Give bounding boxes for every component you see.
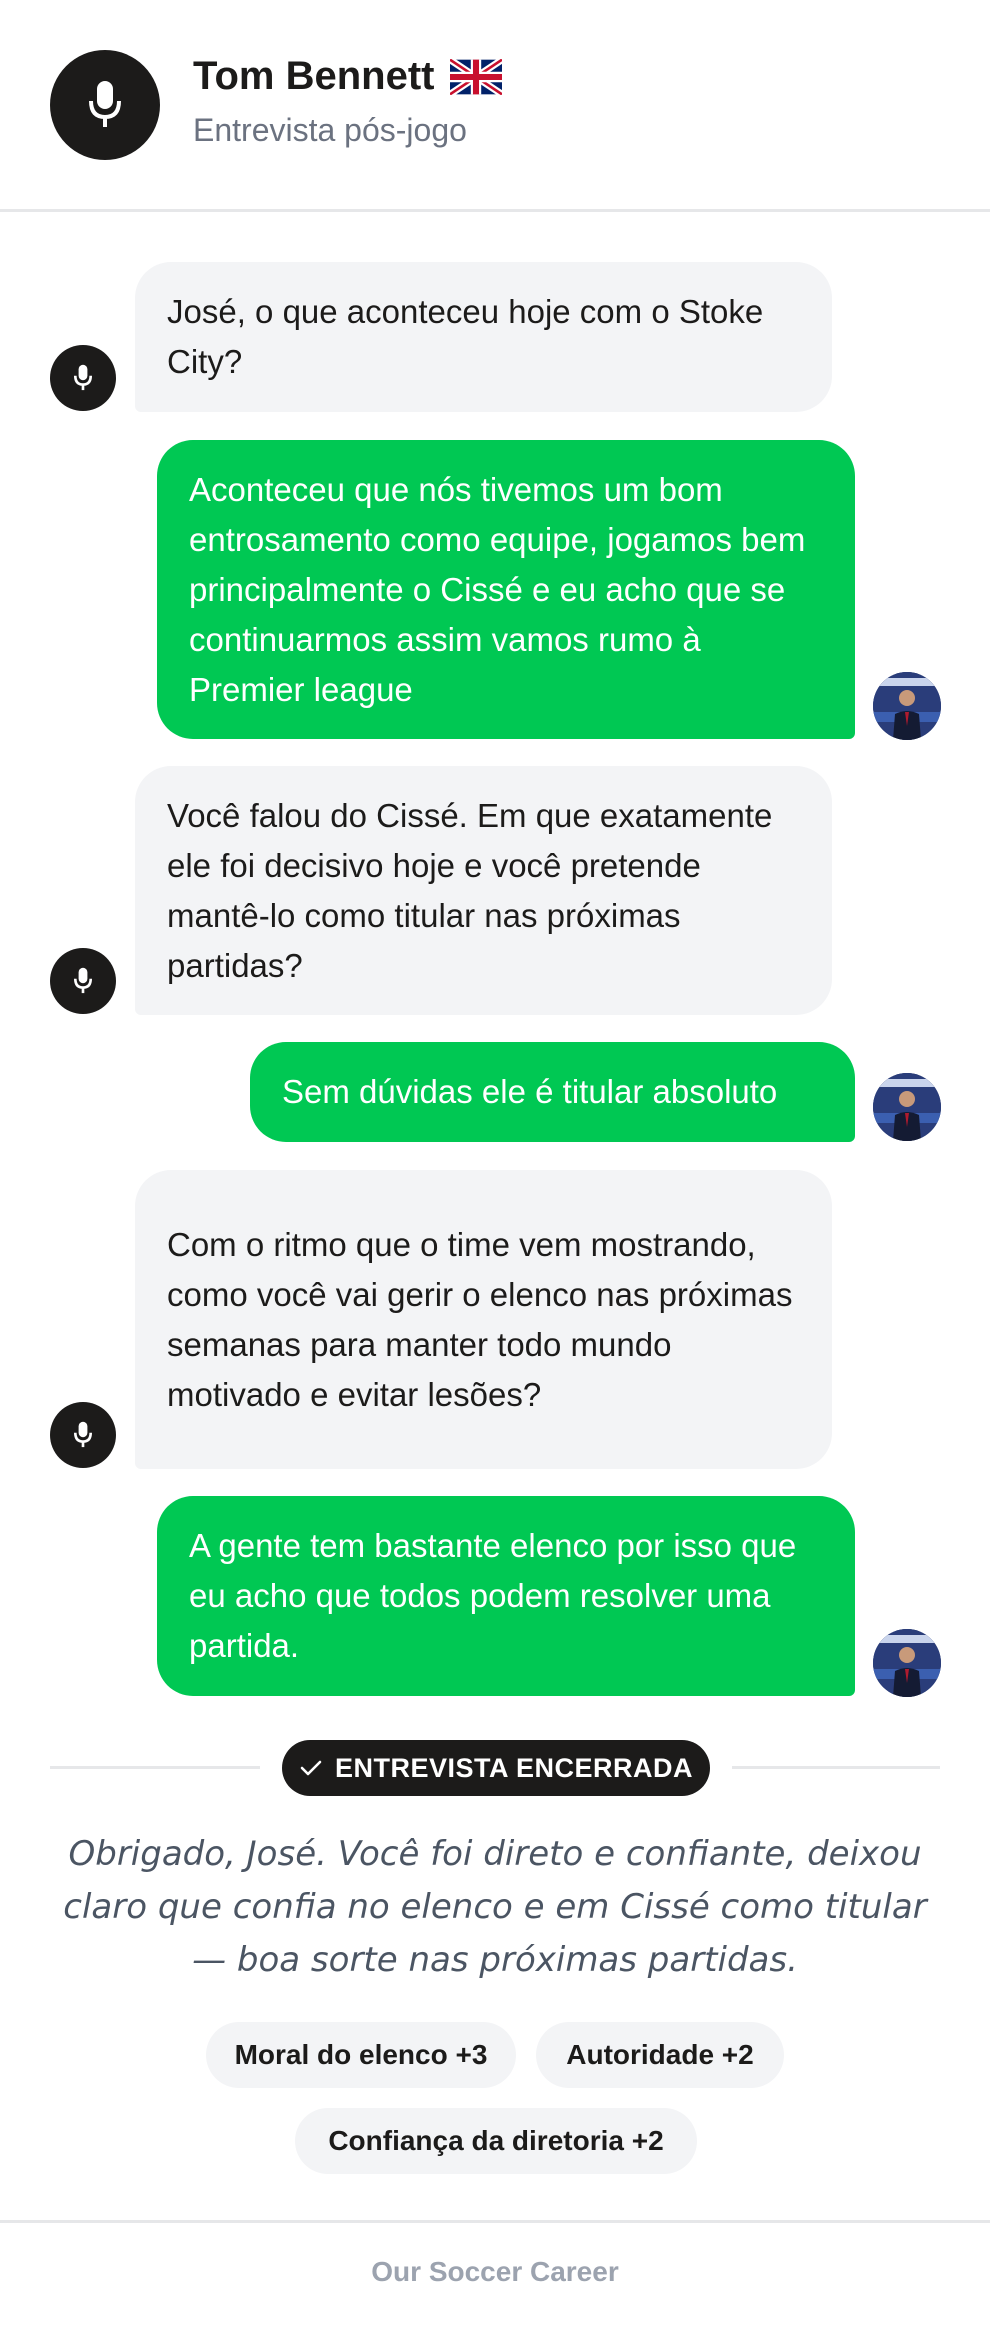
closing-remark: Obrigado, José. Você foi direto e confia… [63, 1834, 927, 1980]
message-text: Com o ritmo que o time vem mostrando, co… [167, 1225, 793, 1413]
microphone-icon [89, 81, 121, 127]
interviewer-avatar-small [50, 948, 116, 1014]
player-avatar [873, 672, 941, 740]
player-photo-icon [873, 1629, 941, 1697]
check-icon [300, 1760, 322, 1776]
player-avatar [873, 1629, 941, 1697]
divider-left [50, 1766, 260, 1769]
effect-label: Moral do elenco +3 [234, 2039, 488, 2070]
interviewer-message: Você falou do Cissé. Em que exatamente e… [135, 766, 832, 1015]
message-text: Sem dúvidas ele é titular absoluto [282, 1073, 778, 1110]
effect-chip-squad-morale: Moral do elenco +3 [206, 2022, 516, 2088]
player-message: Aconteceu que nós tivemos um bom entrosa… [157, 440, 855, 739]
interviewer-message: Com o ritmo que o time vem mostrando, co… [135, 1170, 832, 1469]
message-text: A gente tem bastante elenco por isso que… [189, 1527, 797, 1664]
interviewer-message: José, o que aconteceu hoje com o Stoke C… [135, 262, 832, 412]
player-photo-icon [873, 672, 941, 740]
interview-header: Tom Bennett Entrevista pós-jogo [0, 0, 990, 212]
effect-label: Autoridade +2 [566, 2039, 754, 2070]
microphone-icon [73, 364, 93, 391]
interviewer-avatar-small [50, 1402, 116, 1468]
divider-right [732, 1766, 940, 1769]
microphone-icon [73, 967, 93, 994]
microphone-icon [73, 1421, 93, 1448]
interview-ended-badge: ENTREVISTA ENCERRADA [282, 1740, 710, 1796]
interview-subtitle: Entrevista pós-jogo [193, 112, 467, 148]
effect-chip-board-confidence: Confiança da diretoria +2 [295, 2108, 697, 2174]
effect-chip-authority: Autoridade +2 [536, 2022, 784, 2088]
app-footer-brand: Our Soccer Career [371, 2256, 619, 2287]
interviewer-avatar [50, 50, 160, 160]
player-avatar [873, 1073, 941, 1141]
message-text: Você falou do Cissé. Em que exatamente e… [167, 796, 773, 984]
message-text: Aconteceu que nós tivemos um bom entrosa… [189, 470, 806, 708]
interviewer-avatar-small [50, 345, 116, 411]
player-photo-icon [873, 1073, 941, 1141]
uk-flag-icon [450, 58, 503, 95]
footer-divider [0, 2220, 990, 2223]
interview-ended-label: ENTREVISTA ENCERRADA [334, 1752, 694, 1783]
interviewer-name: Tom Bennett [193, 54, 435, 98]
player-message: Sem dúvidas ele é titular absoluto [250, 1042, 855, 1142]
effect-label: Confiança da diretoria +2 [328, 2125, 664, 2156]
player-message: A gente tem bastante elenco por isso que… [157, 1496, 855, 1696]
message-text: José, o que aconteceu hoje com o Stoke C… [167, 293, 764, 380]
interviewer-name-row: Tom Bennett [193, 54, 503, 99]
